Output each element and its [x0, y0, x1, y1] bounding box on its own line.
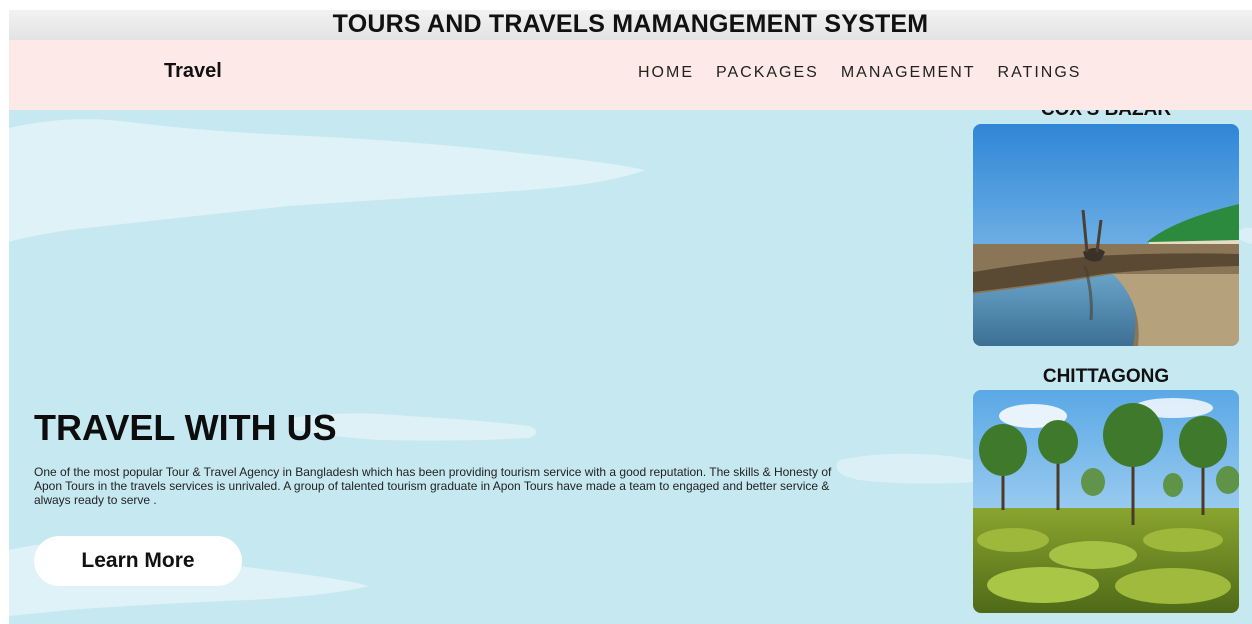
nav-link-management[interactable]: MANAGEMENT	[841, 64, 976, 82]
nav-links: HOME PACKAGES MANAGEMENT RATINGS	[638, 64, 1081, 82]
hero-title: TRAVEL WITH US	[34, 407, 337, 448]
nav-link-ratings[interactable]: RATINGS	[998, 64, 1082, 82]
destination-label-coxs-bazar: COX'S BAZAR	[973, 110, 1239, 121]
navbar: Travel HOME PACKAGES MANAGEMENT RATINGS	[9, 40, 1252, 110]
nav-link-home[interactable]: HOME	[638, 64, 694, 82]
brand-logo-text[interactable]: Travel	[164, 60, 222, 83]
page: TOURS AND TRAVELS MAMANGEMENT SYSTEM Tra…	[9, 10, 1252, 624]
learn-more-button[interactable]: Learn More	[34, 536, 242, 586]
destination-card-chittagong[interactable]	[973, 390, 1239, 613]
destination-card-coxs-bazar[interactable]	[973, 124, 1239, 346]
chittagong-mangrove-image	[973, 390, 1239, 613]
coxs-bazar-beach-image	[973, 124, 1239, 346]
page-header-title: TOURS AND TRAVELS MAMANGEMENT SYSTEM	[9, 10, 1252, 40]
destination-label-chittagong: CHITTAGONG	[1042, 366, 1170, 387]
hero-section: TRAVEL WITH US One of the most popular T…	[9, 110, 1252, 624]
hero-description: One of the most popular Tour & Travel Ag…	[34, 465, 832, 507]
nav-link-packages[interactable]: PACKAGES	[716, 64, 819, 82]
